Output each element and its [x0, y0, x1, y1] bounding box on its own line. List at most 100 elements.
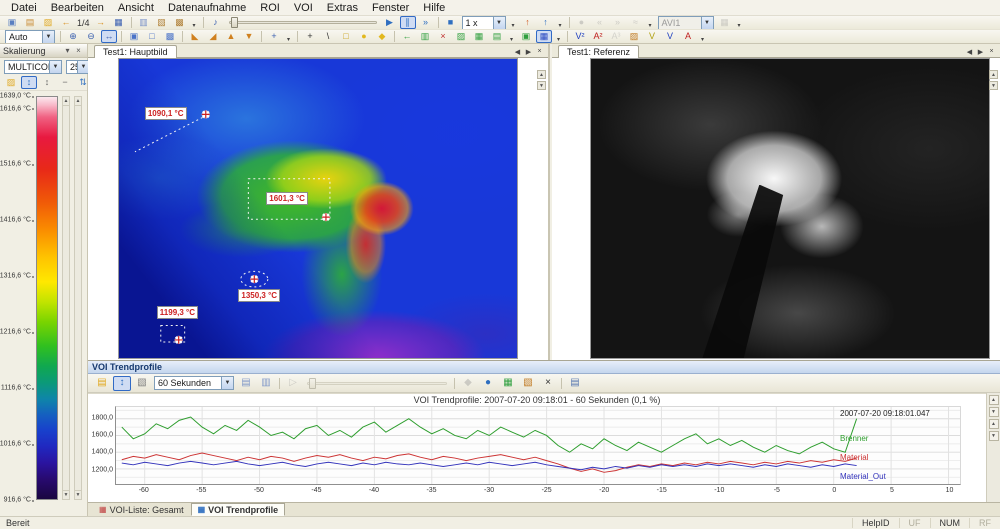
legend-item-material[interactable]: Material: [840, 453, 868, 462]
profile-add2-button[interactable]: ▥: [257, 376, 275, 391]
chevron-down-icon[interactable]: ▼: [701, 17, 713, 29]
menu-extras[interactable]: Extras: [320, 1, 365, 15]
autoscale-button[interactable]: ↕: [21, 76, 37, 89]
record-button[interactable]: ●: [574, 16, 590, 29]
slider-thumb[interactable]: [309, 378, 316, 389]
step-overflow-button[interactable]: ▾: [556, 16, 565, 29]
arrow-down-icon[interactable]: ▼: [989, 407, 999, 417]
full-screen-button[interactable]: □: [144, 30, 160, 43]
step-up-button[interactable]: ↑: [520, 16, 536, 29]
prev-frame-button[interactable]: ←: [58, 16, 74, 29]
menu-ansicht[interactable]: Ansicht: [111, 1, 161, 15]
scaling-mode-combo[interactable]: Auto▼: [5, 30, 55, 44]
zoom-fit-button[interactable]: ↔: [101, 30, 117, 43]
repeat-button[interactable]: ≈: [628, 16, 644, 29]
roi-copy-button[interactable]: ▥: [417, 30, 433, 43]
copy-button[interactable]: ▥: [136, 16, 152, 29]
menu-roi[interactable]: ROI: [253, 1, 287, 15]
sequence-position-slider[interactable]: [229, 16, 377, 29]
next-view-button[interactable]: ▶: [975, 46, 986, 57]
palette-combo[interactable]: MULTICOLOR ▼: [4, 60, 62, 74]
step-down-button[interactable]: ↑: [538, 16, 554, 29]
arrow-up-icon[interactable]: ▲: [989, 395, 999, 405]
stop-button[interactable]: ■: [443, 16, 459, 29]
chevron-down-icon[interactable]: ▼: [49, 61, 61, 73]
trend-refresh-button[interactable]: ▷: [284, 376, 302, 391]
voi-overflow-button[interactable]: ▾: [698, 30, 707, 43]
profile-add-button[interactable]: ▤: [237, 376, 255, 391]
arrow-down-icon[interactable]: ▼: [63, 490, 69, 499]
temperature-annotation[interactable]: 1199,3 °C: [157, 306, 198, 319]
voi-v2-button[interactable]: V²: [572, 30, 588, 43]
export-report-button[interactable]: ▩: [172, 16, 188, 29]
zoom-in-button[interactable]: ⊕: [65, 30, 81, 43]
menu-datei[interactable]: Datei: [4, 1, 44, 15]
scale-fix-button[interactable]: −: [57, 76, 73, 89]
measure-polygon-button[interactable]: ◆: [374, 30, 390, 43]
next-frame-button[interactable]: →: [93, 16, 109, 29]
skip-end-button[interactable]: »: [610, 16, 626, 29]
voi-list-button[interactable]: V: [662, 30, 678, 43]
arrow-up-icon[interactable]: ▲: [537, 70, 546, 79]
roi-edit-button[interactable]: ▨: [453, 30, 469, 43]
slider-thumb[interactable]: [231, 17, 238, 28]
avi-combo[interactable]: AVI1▼: [658, 16, 714, 30]
close-view-button[interactable]: ×: [534, 46, 545, 57]
arrow-up-icon[interactable]: ▲: [75, 97, 81, 106]
audio-button[interactable]: ♪: [208, 16, 224, 29]
avi-overflow-button[interactable]: ▾: [735, 16, 744, 29]
next-view-button[interactable]: ▶: [523, 46, 534, 57]
trend-chart-button[interactable]: ▧: [519, 376, 537, 391]
palette-overflow-button[interactable]: ▾: [554, 30, 563, 43]
new-report-button[interactable]: ▤: [22, 16, 38, 29]
trend-print-button[interactable]: ▤: [566, 376, 584, 391]
levels-combo[interactable]: 256 ▼: [66, 60, 90, 74]
prev-view-button[interactable]: ◀: [512, 46, 523, 57]
pause-button[interactable]: ∥: [400, 16, 416, 29]
roi-apply-button[interactable]: ▦: [471, 30, 487, 43]
arrow-up-icon[interactable]: ▲: [989, 70, 998, 79]
arrow-down-icon[interactable]: ▼: [989, 431, 999, 441]
speed-combo[interactable]: 1 x▼: [462, 16, 506, 30]
roi-undo-button[interactable]: ←: [399, 30, 415, 43]
menu-bearbeiten[interactable]: Bearbeiten: [44, 1, 111, 15]
temperature-annotation[interactable]: 1090,1 °C: [145, 107, 187, 120]
palette-blue-button[interactable]: ▦: [536, 30, 552, 43]
menu-fenster[interactable]: Fenster: [365, 1, 416, 15]
measure-ellipse-button[interactable]: ●: [356, 30, 372, 43]
chevron-down-icon[interactable]: ▼: [42, 31, 54, 43]
palette-green-button[interactable]: ▣: [518, 30, 534, 43]
export-overflow-button[interactable]: ▾: [190, 16, 199, 29]
close-view-button[interactable]: ×: [986, 46, 997, 57]
overlay-button[interactable]: ▩: [162, 30, 178, 43]
cursor-overflow-button[interactable]: ▾: [284, 30, 293, 43]
tab-hauptbild[interactable]: Test1: Hauptbild: [94, 45, 177, 58]
interval-combo[interactable]: 60 Sekunden▼: [154, 376, 234, 390]
arrow-down-icon[interactable]: ▼: [989, 81, 998, 90]
open-button[interactable]: ▨: [40, 16, 56, 29]
trend-table-button[interactable]: ▦: [499, 376, 517, 391]
fast-forward-button[interactable]: »: [418, 16, 434, 29]
voi-edit-button[interactable]: ▨: [626, 30, 642, 43]
flip-vertical-button[interactable]: ▼: [241, 30, 257, 43]
roi-overflow-button[interactable]: ▾: [507, 30, 516, 43]
arrow-down-icon[interactable]: ▼: [537, 81, 546, 90]
arrow-up-icon[interactable]: ▲: [989, 419, 999, 429]
arrow-down-icon[interactable]: ▼: [75, 490, 81, 499]
trend-autoscale-button[interactable]: ↕: [113, 376, 131, 391]
voi-a2-button[interactable]: A²: [590, 30, 606, 43]
trend-clear-button[interactable]: ×: [539, 376, 557, 391]
voi-a3-button[interactable]: A³: [608, 30, 624, 43]
avi-grid-button[interactable]: ▦: [717, 16, 733, 29]
close-panel-button[interactable]: ×: [73, 45, 84, 56]
tab-referenz[interactable]: Test1: Referenz: [558, 45, 639, 58]
cursor-button[interactable]: +: [266, 30, 282, 43]
temperature-annotation[interactable]: 1601,3 °C: [266, 192, 308, 205]
zoom-out-button[interactable]: ⊖: [83, 30, 99, 43]
export-image-button[interactable]: ▧: [154, 16, 170, 29]
menu-hilfe[interactable]: Hilfe: [416, 1, 452, 15]
menu-voi[interactable]: VOI: [287, 1, 320, 15]
legend-item-brenner[interactable]: Brenner: [840, 434, 868, 443]
measure-spot-button[interactable]: +: [302, 30, 318, 43]
prev-view-button[interactable]: ◀: [964, 46, 975, 57]
